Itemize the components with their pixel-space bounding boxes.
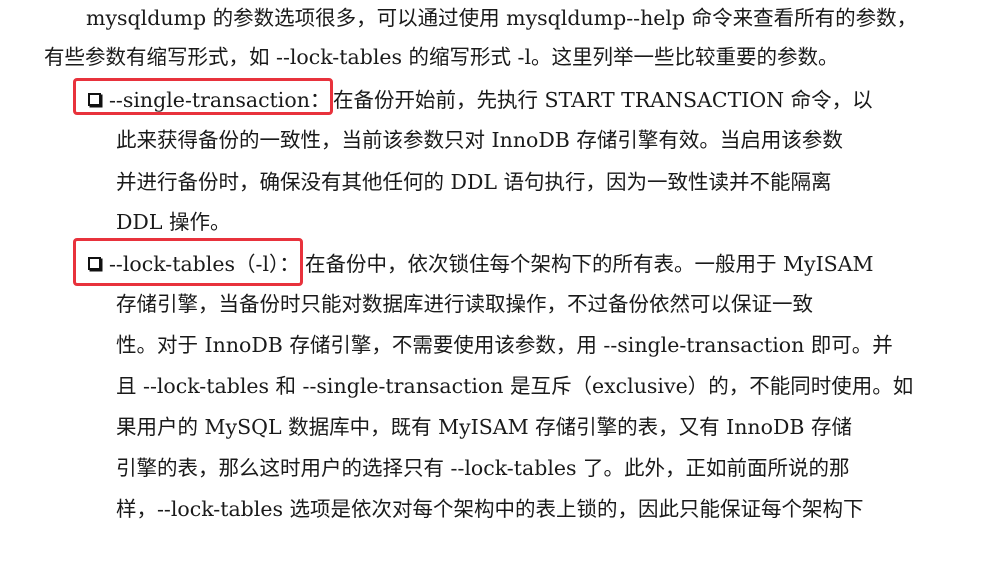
option-text-line: 引擎的表，那么这时用户的选择只有 --lock-tables 了。此外，正如前面… [116,456,850,480]
option-lock-tables: --lock-tables（-l）： [88,254,300,275]
intro-line-1: mysqldump 的参数选项很多，可以通过使用 mysqldump--help… [86,6,918,30]
option-text-line: DDL 操作。 [116,210,231,234]
option-term: --lock-tables（-l）： [109,252,300,276]
option-text-line: 样，--lock-tables 选项是依次对每个架构中的表上锁的，因此只能保证每… [116,497,864,521]
option-text-line: 存储引擎，当备份时只能对数据库进行读取操作，不过备份依然可以保证一致 [116,292,813,316]
option-text-line: 并进行备份时，确保没有其他任何的 DDL 语句执行，因为一致性读并不能隔离 [116,170,832,194]
checkbox-bullet-icon [88,257,101,270]
option-text-line: 在备份开始前，先执行 START TRANSACTION 命令，以 [333,88,873,112]
option-text-line: 且 --lock-tables 和 --single-transaction 是… [116,374,914,398]
option-single-transaction: --single-transaction： [88,90,330,111]
option-text-line: 性。对于 InnoDB 存储引擎，不需要使用该参数，用 --single-tra… [116,333,893,357]
checkbox-bullet-icon [88,93,101,106]
option-text-line: 果用户的 MySQL 数据库中，既有 MyISAM 存储引擎的表，又有 Inno… [116,415,852,439]
option-term: --single-transaction： [109,88,331,112]
option-text-line: 在备份中，依次锁住每个架构下的所有表。一般用于 MyISAM [305,252,874,276]
option-text-line: 此来获得备份的一致性，当前该参数只对 InnoDB 存储引擎有效。当启用该参数 [116,128,843,152]
intro-line-2: 有些参数有缩写形式，如 --lock-tables 的缩写形式 -l。这里列举一… [44,45,839,69]
